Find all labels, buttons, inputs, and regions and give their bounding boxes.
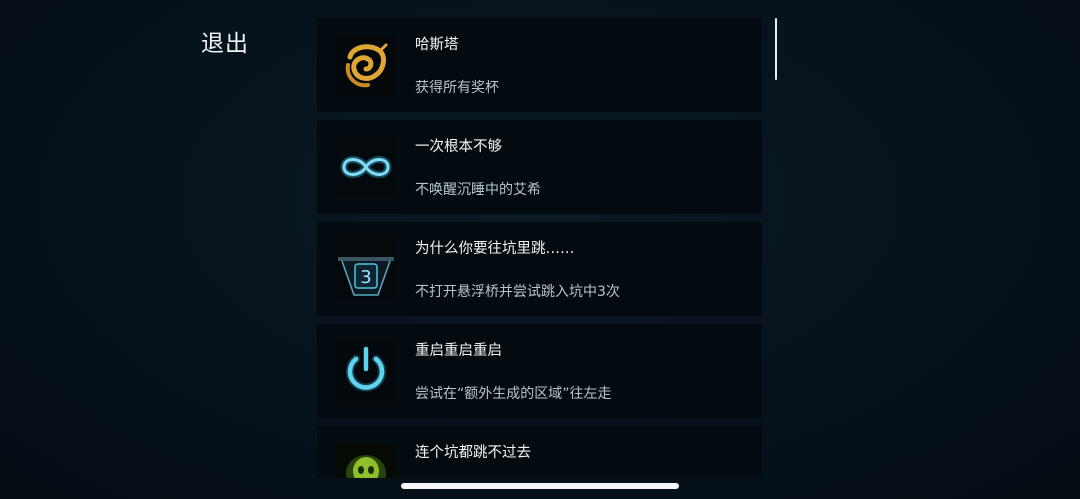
home-indicator[interactable]: [401, 483, 679, 489]
achievement-title: 连个坑都跳不过去: [415, 445, 531, 461]
power-icon: [336, 341, 396, 401]
exit-button[interactable]: 退出: [201, 24, 249, 58]
achievement-title: 哈斯塔: [415, 37, 459, 53]
golden-spiral-sigil-icon: [336, 35, 396, 95]
achievement-title: 为什么你要往坑里跳……: [415, 241, 575, 257]
achievement-description: 不打开悬浮桥并尝试跳入坑中3次: [415, 284, 620, 300]
achievement-list[interactable]: 哈斯塔 获得所有奖杯 一次根本不够 不唤醒沉睡中的艾希 3 为什么你要往坑里跳……: [317, 18, 762, 478]
achievement-card[interactable]: 重启重启重启 尝试在“额外生成的区域”往左走: [317, 324, 762, 418]
scrollbar[interactable]: [775, 18, 777, 80]
svg-text:3: 3: [360, 267, 371, 288]
achievement-card[interactable]: 一次根本不够 不唤醒沉睡中的艾希: [317, 120, 762, 214]
achievements-screen: 退出 哈斯塔 获得所有奖杯 一次根本不够 不唤醒沉睡中的艾希 3 为什么你要往坑…: [0, 0, 1080, 499]
achievement-card[interactable]: 哈斯塔 获得所有奖杯: [317, 18, 762, 112]
green-skull-icon: [336, 443, 396, 478]
achievement-card[interactable]: 3 为什么你要往坑里跳…… 不打开悬浮桥并尝试跳入坑中3次: [317, 222, 762, 316]
infinity-icon: [336, 137, 396, 197]
achievement-card[interactable]: 连个坑都跳不过去: [317, 426, 762, 478]
achievement-title: 重启重启重启: [415, 343, 502, 359]
achievement-description: 尝试在“额外生成的区域”往左走: [415, 386, 612, 402]
achievement-description: 不唤醒沉睡中的艾希: [415, 182, 541, 198]
achievement-title: 一次根本不够: [415, 139, 502, 155]
achievement-description: 获得所有奖杯: [415, 80, 499, 96]
pit-number-3-icon: 3: [336, 239, 396, 299]
